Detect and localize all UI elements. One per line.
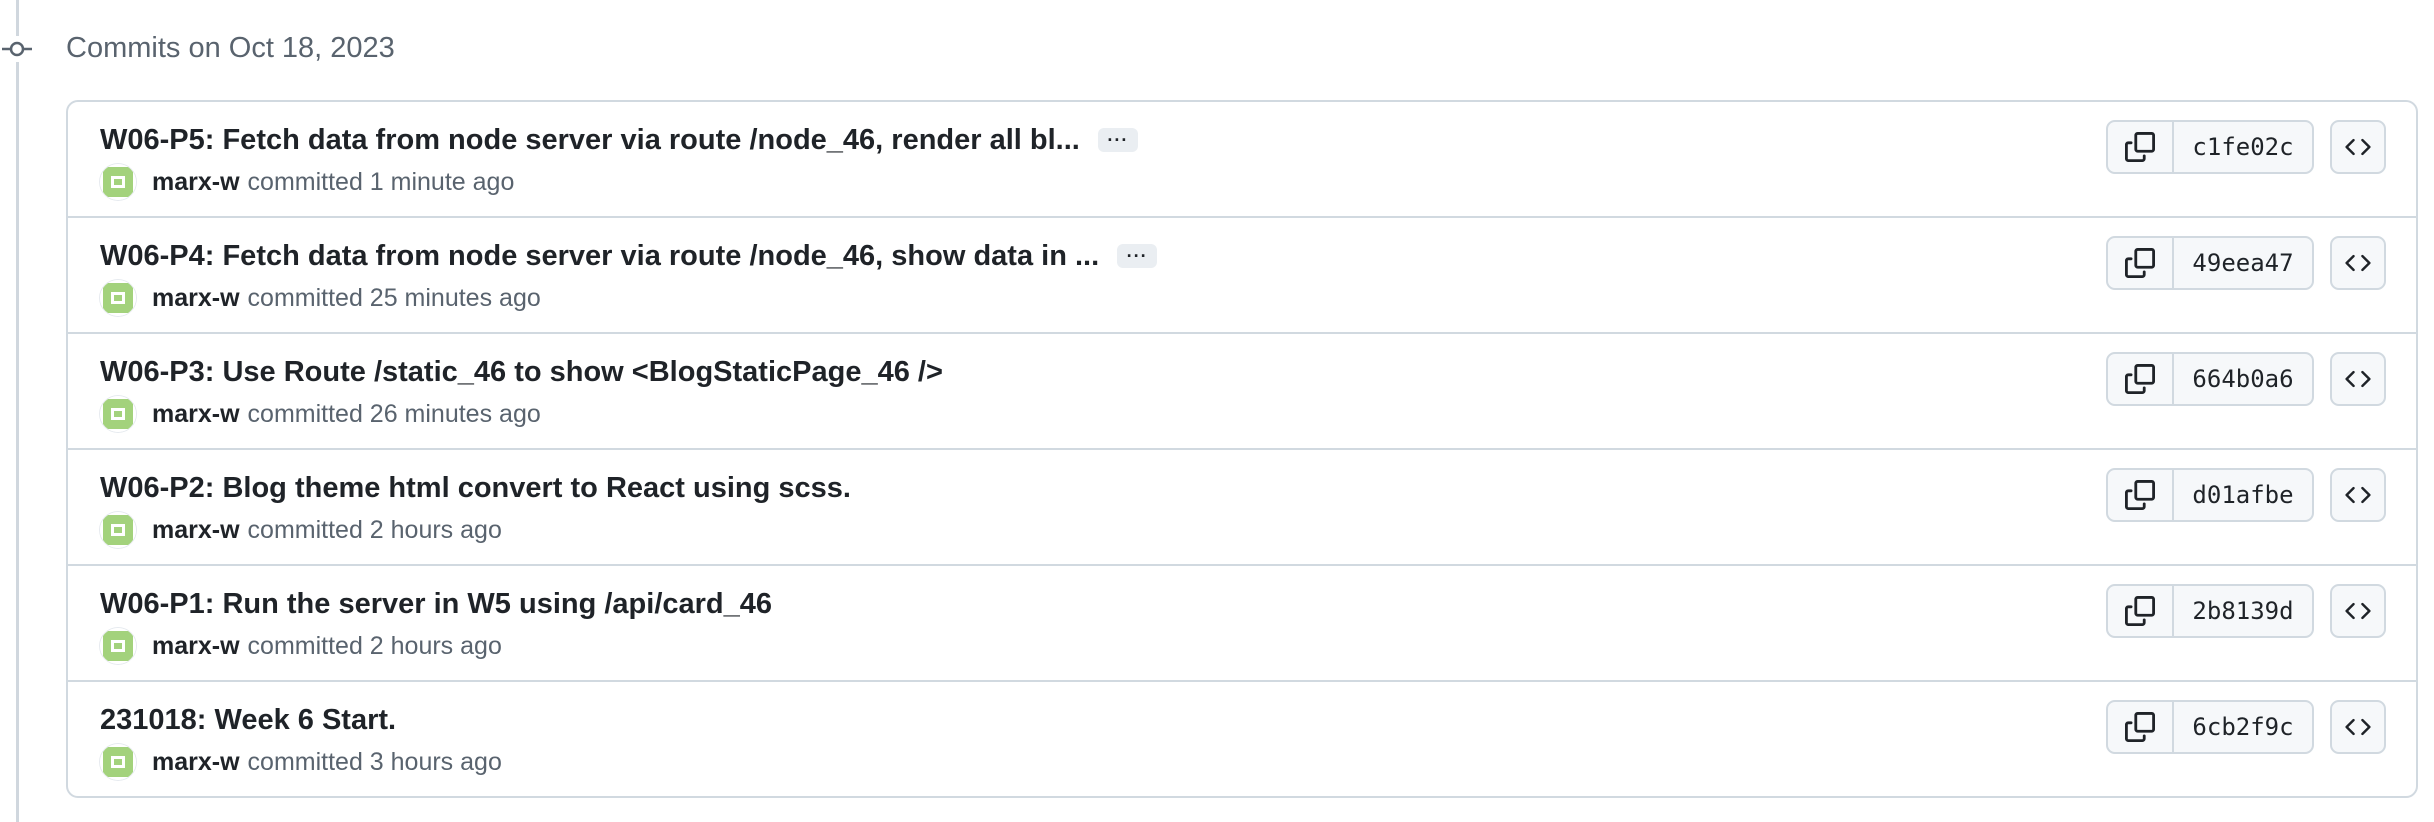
sha-button-group: c1fe02c <box>2106 120 2314 174</box>
commit-actions: c1fe02c <box>2106 120 2386 174</box>
commit-title-line: W06-P1: Run the server in W5 using /api/… <box>100 584 772 624</box>
commit-actions: 2b8139d <box>2106 584 2386 638</box>
author-link[interactable]: marx-w <box>152 168 240 197</box>
author-link[interactable]: marx-w <box>152 400 240 429</box>
commit-title-link[interactable]: W06-P2: Blog theme html convert to React… <box>100 468 851 508</box>
commit-meta-line: marx-w committed 3 hours ago <box>100 744 502 780</box>
git-commit-icon <box>0 36 34 62</box>
browse-repo-button[interactable] <box>2330 468 2386 522</box>
commit-sha-link[interactable]: 664b0a6 <box>2174 354 2312 404</box>
commit-row: W06-P4: Fetch data from node server via … <box>68 216 2416 332</box>
author-link[interactable]: marx-w <box>152 748 240 777</box>
commit-time: committed 25 minutes ago <box>247 283 541 312</box>
copy-icon <box>2125 132 2155 162</box>
commit-sha-link[interactable]: d01afbe <box>2174 470 2312 520</box>
author-avatar[interactable] <box>100 744 136 780</box>
author-avatar[interactable] <box>100 280 136 316</box>
author-link[interactable]: marx-w <box>152 516 240 545</box>
author-avatar[interactable] <box>100 628 136 664</box>
author-avatar[interactable] <box>100 396 136 432</box>
sha-button-group: 664b0a6 <box>2106 352 2314 406</box>
code-icon <box>2345 254 2371 272</box>
commit-actions: 6cb2f9c <box>2106 700 2386 754</box>
commit-time: committed 3 hours ago <box>247 747 502 776</box>
commit-time: committed 2 hours ago <box>247 631 502 660</box>
commit-row: W06-P3: Use Route /static_46 to show <Bl… <box>68 332 2416 448</box>
sha-button-group: 2b8139d <box>2106 584 2314 638</box>
commit-title-line: 231018: Week 6 Start. <box>100 700 396 740</box>
copy-sha-button[interactable] <box>2108 470 2174 520</box>
copy-sha-button[interactable] <box>2108 354 2174 404</box>
copy-icon <box>2125 480 2155 510</box>
commit-row: W06-P2: Blog theme html convert to React… <box>68 448 2416 564</box>
commit-list: W06-P5: Fetch data from node server via … <box>66 100 2418 798</box>
commit-title-line: W06-P4: Fetch data from node server via … <box>100 236 1158 276</box>
copy-icon <box>2125 248 2155 278</box>
commit-actions: 664b0a6 <box>2106 352 2386 406</box>
commit-meta-line: marx-w committed 2 hours ago <box>100 628 502 664</box>
commit-sha-link[interactable]: 2b8139d <box>2174 586 2312 636</box>
commit-title-line: W06-P3: Use Route /static_46 to show <Bl… <box>100 352 943 392</box>
copy-sha-button[interactable] <box>2108 586 2174 636</box>
commit-title-link[interactable]: W06-P3: Use Route /static_46 to show <Bl… <box>100 352 943 392</box>
sha-button-group: 49eea47 <box>2106 236 2314 290</box>
copy-icon <box>2125 364 2155 394</box>
code-icon <box>2345 486 2371 504</box>
commit-group-heading: Commits on Oct 18, 2023 <box>66 32 395 64</box>
commit-meta-line: marx-w committed 1 minute ago <box>100 164 514 200</box>
commit-timeline: Commits on Oct 18, 2023 W06-P5: Fetch da… <box>0 0 2434 822</box>
code-icon <box>2345 718 2371 736</box>
browse-repo-button[interactable] <box>2330 236 2386 290</box>
commit-meta-line: marx-w committed 2 hours ago <box>100 512 502 548</box>
commit-meta-line: marx-w committed 26 minutes ago <box>100 396 541 432</box>
commit-meta-line: marx-w committed 25 minutes ago <box>100 280 541 316</box>
commit-time: committed 2 hours ago <box>247 515 502 544</box>
code-icon <box>2345 602 2371 620</box>
commit-sha-link[interactable]: 6cb2f9c <box>2174 702 2312 752</box>
sha-button-group: 6cb2f9c <box>2106 700 2314 754</box>
commit-title-link[interactable]: W06-P1: Run the server in W5 using /api/… <box>100 584 772 624</box>
commit-row: W06-P5: Fetch data from node server via … <box>68 102 2416 216</box>
expand-message-button[interactable]: ··· <box>1117 244 1158 268</box>
commit-time: committed 1 minute ago <box>247 167 515 196</box>
author-avatar[interactable] <box>100 164 136 200</box>
commit-title-link[interactable]: 231018: Week 6 Start. <box>100 700 396 740</box>
code-icon <box>2345 370 2371 388</box>
copy-icon <box>2125 712 2155 742</box>
commit-sha-link[interactable]: 49eea47 <box>2174 238 2312 288</box>
copy-sha-button[interactable] <box>2108 238 2174 288</box>
copy-icon <box>2125 596 2155 626</box>
commit-title-link[interactable]: W06-P4: Fetch data from node server via … <box>100 236 1099 276</box>
copy-sha-button[interactable] <box>2108 122 2174 172</box>
commit-actions: d01afbe <box>2106 468 2386 522</box>
commit-row: W06-P1: Run the server in W5 using /api/… <box>68 564 2416 680</box>
commit-row: 231018: Week 6 Start. marx-w committed 3… <box>68 680 2416 796</box>
timeline-line <box>16 0 19 822</box>
sha-button-group: d01afbe <box>2106 468 2314 522</box>
browse-repo-button[interactable] <box>2330 352 2386 406</box>
commit-title-link[interactable]: W06-P5: Fetch data from node server via … <box>100 120 1080 160</box>
code-icon <box>2345 138 2371 156</box>
commit-actions: 49eea47 <box>2106 236 2386 290</box>
commit-title-line: W06-P5: Fetch data from node server via … <box>100 120 1138 160</box>
copy-sha-button[interactable] <box>2108 702 2174 752</box>
author-avatar[interactable] <box>100 512 136 548</box>
commit-title-line: W06-P2: Blog theme html convert to React… <box>100 468 851 508</box>
commit-time: committed 26 minutes ago <box>247 399 541 428</box>
browse-repo-button[interactable] <box>2330 584 2386 638</box>
author-link[interactable]: marx-w <box>152 284 240 313</box>
expand-message-button[interactable]: ··· <box>1097 128 1138 152</box>
commit-sha-link[interactable]: c1fe02c <box>2174 122 2312 172</box>
author-link[interactable]: marx-w <box>152 632 240 661</box>
browse-repo-button[interactable] <box>2330 700 2386 754</box>
browse-repo-button[interactable] <box>2330 120 2386 174</box>
